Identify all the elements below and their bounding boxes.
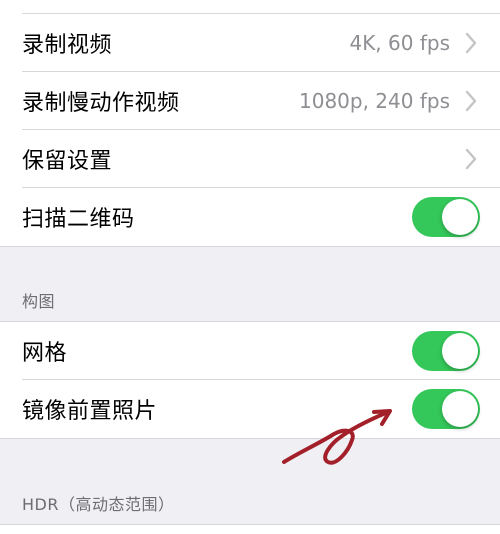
scan-qr-code-toggle[interactable] (412, 197, 480, 237)
scan-qr-code-label: 扫描二维码 (22, 207, 135, 232)
mirror-front-camera-row: 镜像前置照片 (0, 380, 500, 438)
record-slo-mo-row[interactable]: 录制慢动作视频 1080p, 240 fps (0, 72, 500, 130)
composition-section-header: 构图 (22, 292, 56, 311)
preserve-settings-label: 保留设置 (22, 149, 113, 174)
record-slo-mo-label: 录制慢动作视频 (22, 91, 180, 116)
record-video-value: 4K, 60 fps (349, 31, 450, 55)
preserve-settings-row[interactable]: 保留设置 (0, 130, 500, 188)
chevron-right-icon (465, 32, 477, 54)
record-slo-mo-value: 1080p, 240 fps (299, 89, 450, 113)
chevron-right-icon (465, 90, 477, 112)
grid-label: 网格 (22, 341, 68, 366)
toggle-knob (442, 199, 478, 235)
hdr-section-header: HDR（高动态范围） (22, 495, 175, 514)
scan-qr-code-row: 扫描二维码 (0, 188, 500, 246)
mirror-front-camera-toggle[interactable] (412, 389, 480, 429)
red-arrow-annotation (282, 409, 392, 465)
record-video-row[interactable]: 录制视频 4K, 60 fps (0, 14, 500, 72)
toggle-knob (442, 333, 478, 369)
record-video-label: 录制视频 (22, 33, 113, 58)
toggle-knob (442, 391, 478, 427)
camera-settings-group: 录制视频 4K, 60 fps 录制慢动作视频 1080p, 240 fps 保… (0, 0, 500, 247)
previous-row-stub (0, 0, 500, 14)
grid-toggle[interactable] (412, 331, 480, 371)
grid-row: 网格 (0, 322, 500, 380)
chevron-right-icon (465, 148, 477, 170)
composition-group: 网格 镜像前置照片 (0, 321, 500, 439)
